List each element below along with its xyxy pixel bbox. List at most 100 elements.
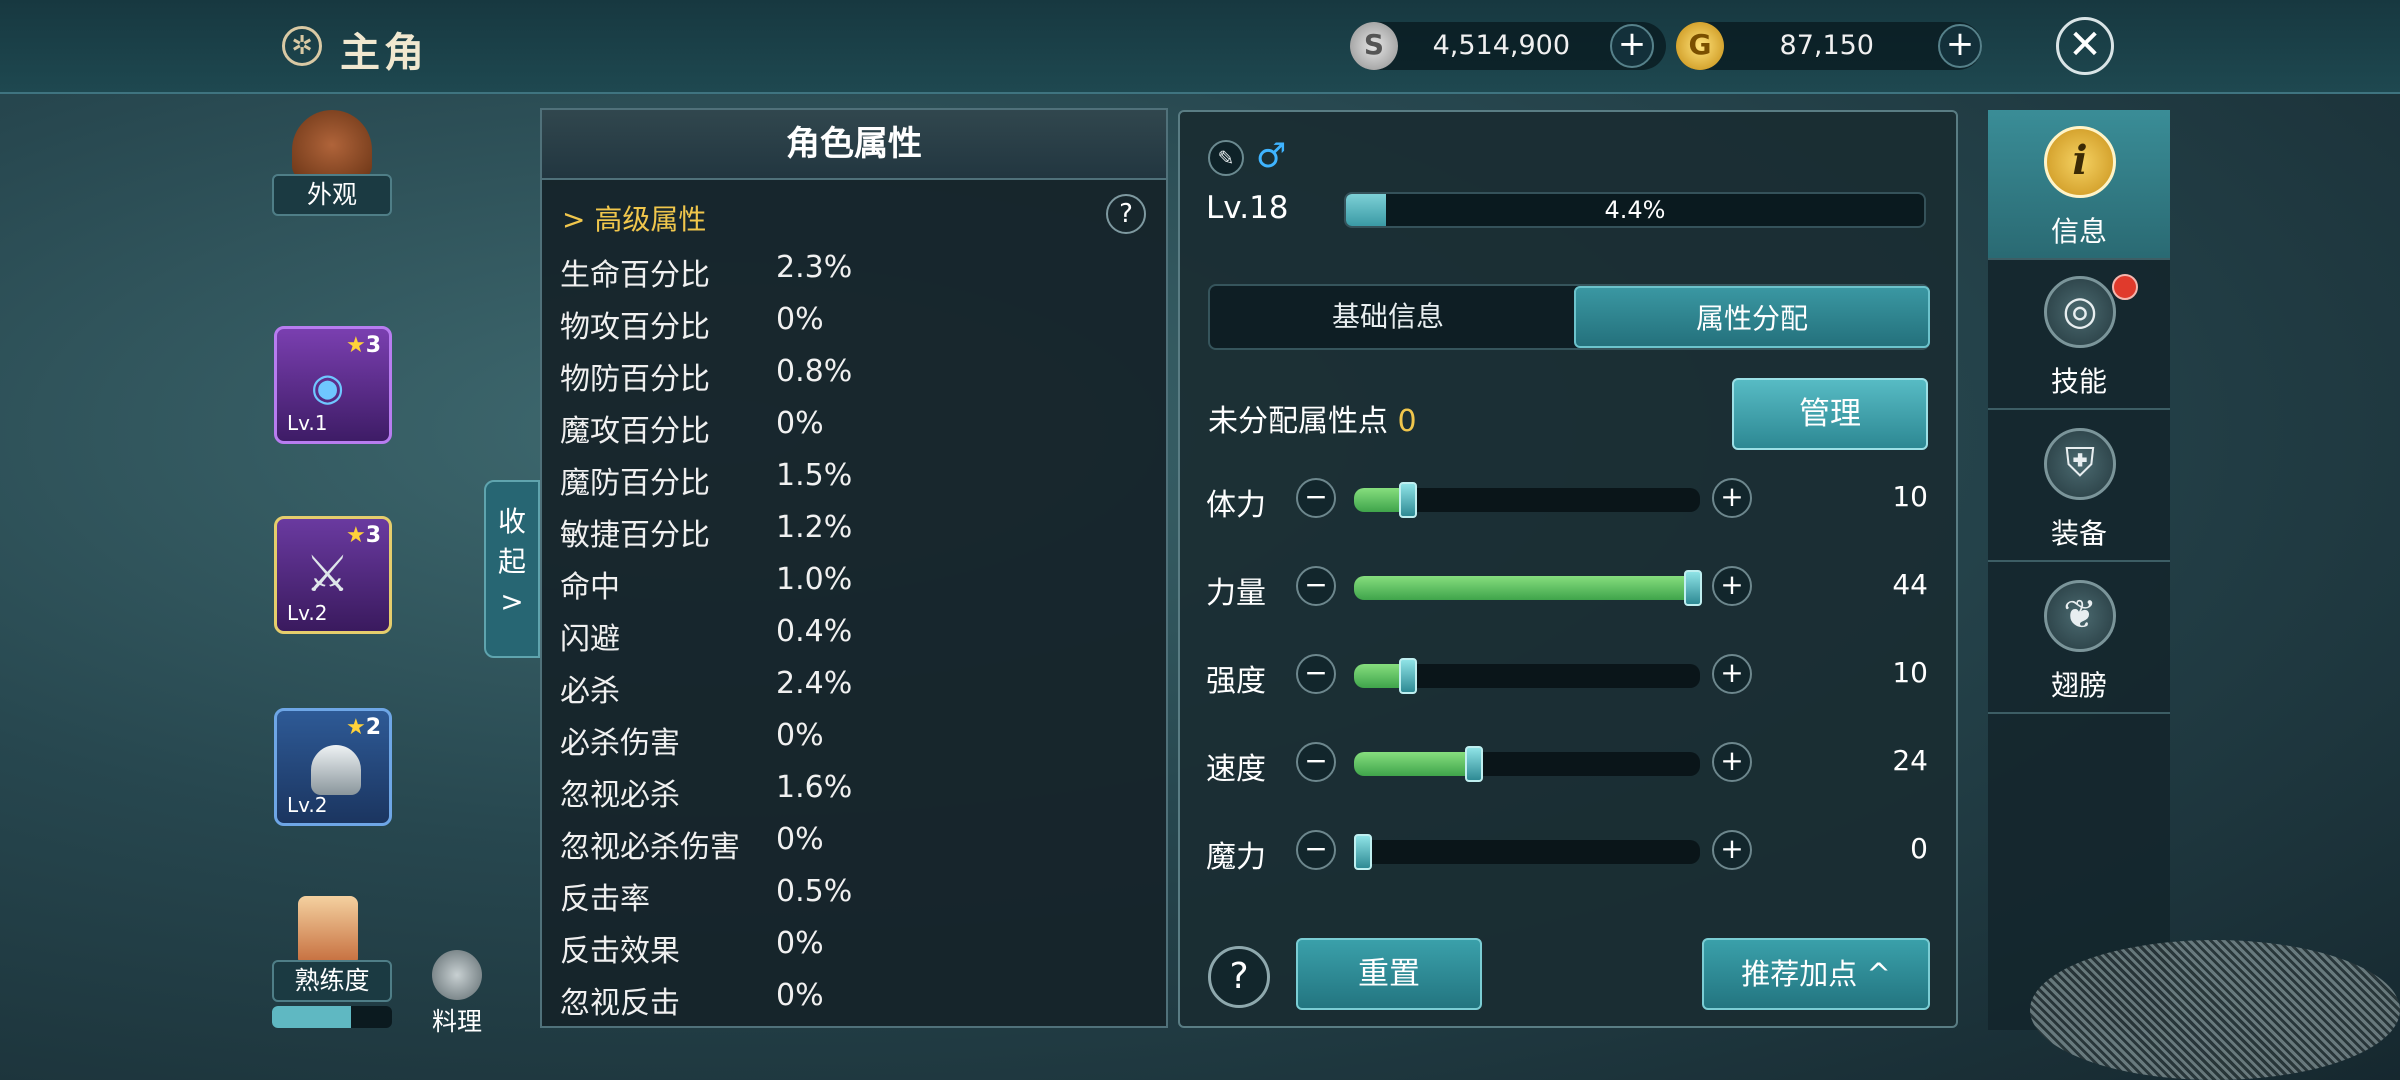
decrease-stat-button[interactable]: − <box>1296 830 1336 870</box>
slider-handle[interactable] <box>1684 570 1702 606</box>
attribute-row: 反击效果 0% <box>560 926 1060 978</box>
slider-handle[interactable] <box>1399 658 1418 694</box>
silver-amount: 4,514,900 <box>1432 30 1570 61</box>
cooking-icon[interactable] <box>432 950 482 1000</box>
attribute-name: 物攻百分比 <box>560 310 710 345</box>
slider-handle[interactable] <box>1465 746 1484 782</box>
skill-slot-2[interactable]: ★3 ⚔ Lv.2 <box>274 516 392 634</box>
attribute-name: 必杀伤害 <box>560 726 680 761</box>
right-nav: i 信息 ◎ 技能 ⛨ 装备 ❦ 翅膀 <box>1988 110 2170 1030</box>
orb-necklace-icon: ◉ <box>311 365 345 409</box>
section-label: 高级属性 <box>594 203 707 236</box>
attribute-value: 1.0% <box>776 562 853 597</box>
attribute-name: 反击率 <box>560 882 650 917</box>
close-icon[interactable]: ✕ <box>2056 17 2114 75</box>
slot-level: Lv.2 <box>287 601 328 625</box>
proficiency-label[interactable]: 熟练度 <box>272 960 392 1002</box>
increase-stat-button[interactable]: + <box>1712 742 1752 782</box>
stat-name: 体力 <box>1206 488 1266 523</box>
attribute-value: 2.3% <box>776 250 853 285</box>
increase-stat-button[interactable]: + <box>1712 654 1752 694</box>
collapse-char: 起 <box>497 545 526 578</box>
stat-value: 0 <box>1910 832 1928 865</box>
armor-icon: ⛨ <box>2044 428 2116 500</box>
tab-attribute-allocation[interactable]: 属性分配 <box>1574 286 1930 348</box>
attribute-value: 0% <box>776 978 824 1013</box>
attribute-name: 命中 <box>560 570 620 605</box>
collapse-button[interactable]: 收 起 > <box>484 480 540 658</box>
stat-slider[interactable] <box>1354 746 1700 782</box>
decrease-stat-button[interactable]: − <box>1296 742 1336 782</box>
stat-row: 力量 − +44 <box>1206 562 1928 612</box>
recommend-points-button[interactable]: 推荐加点 ^ <box>1702 938 1930 1010</box>
attribute-name: 生命百分比 <box>560 258 710 293</box>
gold-amount: 87,150 <box>1779 30 1874 61</box>
attribute-name: 反击效果 <box>560 934 680 969</box>
nav-skills[interactable]: ◎ 技能 <box>1988 260 2170 410</box>
attribute-row: 忽视反击 0% <box>560 978 1060 1030</box>
hat-icon[interactable] <box>292 110 372 180</box>
proficiency-bar <box>272 1006 392 1028</box>
appearance-label[interactable]: 外观 <box>272 174 392 216</box>
reset-button[interactable]: 重置 <box>1296 938 1482 1010</box>
cooking-label[interactable]: 料理 <box>420 1002 494 1038</box>
advanced-attributes-header[interactable]: > 高级属性 <box>562 198 706 238</box>
decrease-stat-button[interactable]: − <box>1296 566 1336 606</box>
wing-icon: ❦ <box>2044 580 2116 652</box>
add-gold-button[interactable]: + <box>1938 24 1982 68</box>
stat-value: 10 <box>1892 480 1928 513</box>
stat-slider[interactable] <box>1354 658 1700 694</box>
increase-stat-button[interactable]: + <box>1712 478 1752 518</box>
attribute-value: 2.4% <box>776 666 853 701</box>
attribute-row: 闪避 0.4% <box>560 614 1060 666</box>
attribute-help-button[interactable]: ? <box>1106 194 1146 234</box>
manage-button[interactable]: 管理 <box>1732 378 1928 450</box>
attribute-name: 必杀 <box>560 674 620 709</box>
nav-label: 技能 <box>2050 365 2107 398</box>
knight-helmet-icon <box>311 745 361 795</box>
slot-stars: 2 <box>365 715 381 740</box>
attribute-row: 物防百分比 0.8% <box>560 354 1060 406</box>
nav-wings[interactable]: ❦ 翅膀 <box>1988 564 2170 714</box>
stat-name: 力量 <box>1206 576 1266 611</box>
star-icon: ★ <box>345 333 366 358</box>
stat-slider[interactable] <box>1354 570 1702 606</box>
attribute-value: 0.8% <box>776 354 853 389</box>
nav-label: 信息 <box>2050 215 2107 248</box>
stat-slider[interactable] <box>1354 482 1700 518</box>
attribute-value: 0% <box>776 926 824 961</box>
attribute-panel-title: 角色属性 <box>542 110 1166 180</box>
attribute-row: 忽视必杀 1.6% <box>560 770 1060 822</box>
slider-handle[interactable] <box>1354 834 1372 870</box>
stat-slider[interactable] <box>1354 834 1700 870</box>
stat-row: 速度 − +24 <box>1206 738 1928 788</box>
slider-handle[interactable] <box>1399 482 1418 518</box>
nav-label: 翅膀 <box>2050 669 2107 702</box>
increase-stat-button[interactable]: + <box>1712 830 1752 870</box>
attribute-row: 敏捷百分比 1.2% <box>560 510 1060 562</box>
male-gender-icon: ♂ <box>1256 136 1287 176</box>
character-level: Lv.18 <box>1206 190 1289 226</box>
stat-value: 44 <box>1892 568 1928 601</box>
decrease-stat-button[interactable]: − <box>1296 478 1336 518</box>
skill-slot-1[interactable]: ★3 ◉ Lv.1 <box>274 326 392 444</box>
nav-info[interactable]: i 信息 <box>1988 110 2170 260</box>
slot-stars: 3 <box>365 523 381 548</box>
skill-slot-3[interactable]: ★2 Lv.2 <box>274 708 392 826</box>
decrease-stat-button[interactable]: − <box>1296 654 1336 694</box>
increase-stat-button[interactable]: + <box>1712 566 1752 606</box>
attribute-row: 必杀伤害 0% <box>560 718 1060 770</box>
add-silver-button[interactable]: + <box>1610 24 1654 68</box>
attribute-name: 忽视必杀伤害 <box>560 830 740 865</box>
scroll-icon <box>298 896 358 966</box>
tab-basic-info[interactable]: 基础信息 <box>1210 286 1566 348</box>
allocation-help-button[interactable]: ? <box>1208 946 1270 1008</box>
attribute-panel: 角色属性 > 高级属性 ? 生命百分比 2.3% 物攻百分比 0% 物防百分比 0.8% 魔… <box>540 108 1168 1028</box>
attribute-value: 0% <box>776 406 824 441</box>
pencil-icon[interactable]: ✎ <box>1208 140 1244 176</box>
attribute-name: 物防百分比 <box>560 362 710 397</box>
unallocated-label: 未分配属性点 <box>1208 404 1388 439</box>
nav-equipment[interactable]: ⛨ 装备 <box>1988 412 2170 562</box>
slot-level: Lv.2 <box>287 793 328 817</box>
attribute-value: 0% <box>776 302 824 337</box>
